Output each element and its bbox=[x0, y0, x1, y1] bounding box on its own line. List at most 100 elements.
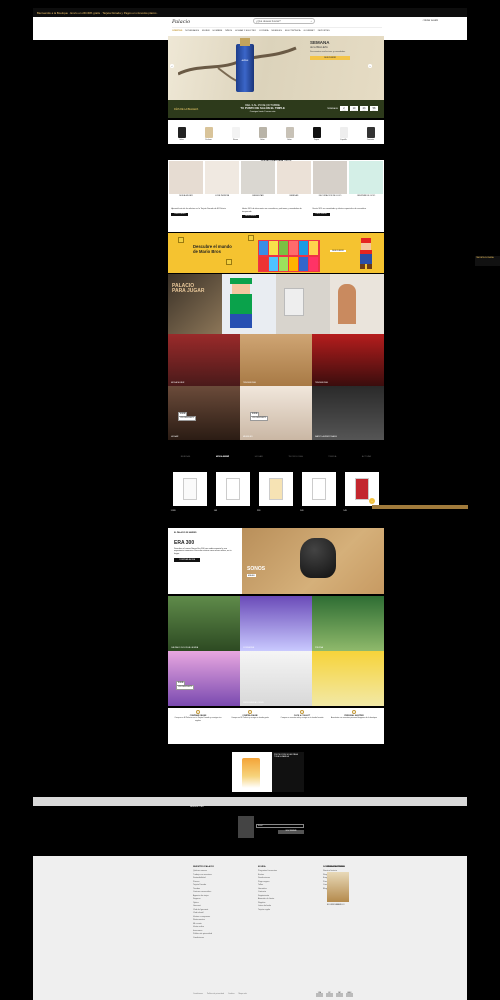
fashion-tile[interactable]: TENDENCIAS bbox=[312, 334, 384, 386]
legal-link[interactable]: Condiciones bbox=[193, 993, 203, 995]
grid-tile[interactable]: PISCINA bbox=[312, 596, 384, 651]
search-icon[interactable]: ⌕ bbox=[311, 20, 312, 23]
carousel-image bbox=[268, 478, 283, 500]
category-item[interactable]: LUXE INFINITA bbox=[205, 161, 239, 199]
service-item[interactable]: COMPRAR ONLINE Compra en El Palacio con t… bbox=[173, 710, 223, 742]
countdown-strip[interactable]: DÍAS DE LA BELLEZA DEL 3 AL 15 DE OCTUBR… bbox=[168, 100, 384, 118]
sonos-button[interactable]: COMPRAR AHORA bbox=[174, 558, 200, 563]
bag-tile[interactable]: NUEVA -20% DESCUENTO HOGAR bbox=[168, 386, 240, 440]
category-item[interactable]: OFERTAS DE OCIO bbox=[349, 161, 383, 199]
nav-item[interactable]: GOURMET bbox=[304, 30, 315, 32]
nav-item[interactable]: MUJER bbox=[202, 30, 210, 32]
nav-item[interactable]: ELECTRÓNICA bbox=[285, 30, 301, 32]
footer-link[interactable]: Condiciones bbox=[193, 937, 233, 941]
grid-tile[interactable]: CALZADO DOLCE ALLEGRIA bbox=[168, 596, 240, 651]
tab-item[interactable]: TIENDA bbox=[328, 456, 336, 458]
legal-link[interactable]: Cookies bbox=[228, 993, 235, 995]
tab-item[interactable]: ACTIVAR bbox=[362, 456, 371, 458]
carousel-price: 149 bbox=[343, 510, 347, 512]
promo-item: Aprovéchate de las ofertas en la Tarjeta… bbox=[171, 208, 239, 230]
service-icon bbox=[196, 710, 200, 714]
nav-item[interactable]: JOYERÍA bbox=[259, 30, 268, 32]
nav-item[interactable]: DEPORTES bbox=[318, 30, 330, 32]
category-item[interactable]: DECORACIÓN DE LUJO bbox=[313, 161, 347, 199]
tab-item[interactable]: TECNOLOGÍA bbox=[288, 456, 302, 458]
bag-tile[interactable]: NUEVA -20% DESCUENTO MUEBLES bbox=[240, 386, 312, 440]
hero-button[interactable]: DESCUBRIR bbox=[310, 56, 350, 60]
bag-tile[interactable]: SAINT LAURENT BAGS bbox=[312, 386, 384, 440]
device-tile[interactable] bbox=[276, 274, 330, 334]
category-item[interactable]: MODA MUJER bbox=[169, 161, 203, 199]
carousel-item[interactable]: 299 bbox=[257, 472, 293, 512]
palacio-tile[interactable]: PALACIO PARA JUGAR bbox=[168, 274, 222, 334]
category-item[interactable]: BIENESTAR bbox=[241, 161, 275, 199]
chevron-right-icon[interactable]: › bbox=[369, 498, 375, 504]
product-name: Perfume bbox=[205, 139, 212, 141]
grid-tile[interactable]: PERFUMERÍA LOEWE bbox=[240, 651, 312, 706]
play-row: PALACIO PARA JUGAR bbox=[168, 274, 384, 334]
product-item[interactable]: Bolso bbox=[256, 123, 270, 141]
login-link[interactable]: ◦ Iniciar sesión bbox=[422, 19, 438, 22]
publication-cover[interactable] bbox=[327, 872, 349, 902]
service-icon bbox=[248, 710, 252, 714]
tab-item[interactable]: HOGAR bbox=[255, 456, 263, 458]
side-banner[interactable] bbox=[372, 505, 468, 509]
product-name: Gafas bbox=[179, 139, 184, 141]
carousel-image bbox=[182, 478, 197, 500]
nav-item[interactable]: NOVEDADES bbox=[185, 30, 199, 32]
product-item[interactable]: Gafas bbox=[175, 123, 189, 141]
nav-item[interactable]: HOMBRE bbox=[213, 30, 223, 32]
grid-tile[interactable]: CONVERSE bbox=[240, 596, 312, 651]
category-image bbox=[313, 161, 347, 194]
email-field[interactable]: Email bbox=[256, 824, 304, 828]
service-item[interactable]: PERSONAL SHOPPER Asesórate con nuestros p… bbox=[329, 710, 379, 742]
service-item[interactable]: COMPRA ONLINE Compra en El Palacio y reco… bbox=[225, 710, 275, 742]
nav-item[interactable]: OFERTAS bbox=[172, 30, 182, 32]
promo-button[interactable]: DESCUBRIR bbox=[171, 212, 189, 216]
subscribe-button[interactable]: SUSCRIBIRME bbox=[278, 830, 304, 834]
games-collage[interactable] bbox=[258, 240, 320, 272]
promo-button[interactable]: DESCUBRIR bbox=[312, 212, 330, 216]
carousel-item[interactable]: 1.999 bbox=[171, 472, 207, 512]
kids-tile[interactable] bbox=[330, 274, 384, 334]
product-item[interactable]: Bolso bbox=[283, 123, 297, 141]
speaker-banner[interactable]: SONOS ERA 300 bbox=[242, 528, 384, 594]
bag-caption: SAINT LAURENT BAGS bbox=[315, 436, 337, 438]
product-item[interactable]: Sérum bbox=[229, 123, 243, 141]
fashion-tile[interactable]: MODA MUJER bbox=[168, 334, 240, 386]
service-item[interactable]: CLICK & COLLECT Compra en nuestra web y r… bbox=[277, 710, 327, 742]
payment-icons: VISA MC PAY AMEX bbox=[316, 993, 353, 997]
promo-tag: -20% DESCUENTO bbox=[178, 416, 197, 422]
product-item[interactable]: Zapato bbox=[310, 123, 324, 141]
legal-link[interactable]: Política de privacidad bbox=[207, 993, 224, 995]
product-item[interactable]: Perfume bbox=[202, 123, 216, 141]
legal-link[interactable]: Mapa web bbox=[238, 993, 246, 995]
promo-button[interactable]: DESCUBRIR bbox=[241, 215, 260, 219]
category-item[interactable]: BEBIDAS bbox=[277, 161, 311, 199]
sun-banner[interactable]: PROTECCIÓN SOLAR PARA TODA LA FAMILIA bbox=[232, 752, 304, 792]
grid-tile[interactable]: NUEVA -20% DESCUENTO bbox=[168, 651, 240, 706]
hero-prev-icon[interactable]: ‹ bbox=[170, 64, 174, 68]
nav-item[interactable]: NIÑOS bbox=[225, 30, 232, 32]
tab-item[interactable]: MODA BEBÉ bbox=[216, 456, 229, 458]
search-box[interactable]: ¿Qué deseas buscar? ⌕ bbox=[253, 18, 315, 24]
nav-item[interactable]: HOGAR Y ELECTRO bbox=[235, 30, 256, 32]
newsletter-title: NEWSLETTER bbox=[190, 806, 204, 808]
bag-caption: HOGAR bbox=[171, 436, 179, 438]
mario-button[interactable]: DESCUBRIR bbox=[330, 250, 346, 252]
carousel-item[interactable]: 149 bbox=[300, 472, 337, 512]
tab-item[interactable]: BEBIDAS bbox=[181, 456, 190, 458]
side-tab[interactable]: TARJETA DORADA bbox=[475, 256, 500, 266]
grid-tile[interactable] bbox=[312, 651, 384, 706]
search-input[interactable]: ¿Qué deseas buscar? bbox=[256, 20, 281, 23]
product-item[interactable]: Camiseta bbox=[364, 123, 378, 141]
category-label: OFERTAS DE OCIO bbox=[356, 195, 376, 197]
fashion-tile[interactable]: TENDENCIAS bbox=[240, 334, 312, 386]
site-logo[interactable]: Palacio bbox=[172, 19, 190, 25]
footer-link[interactable]: Tarjeta regalo bbox=[258, 909, 298, 913]
product-item[interactable]: Zapatilla bbox=[337, 123, 351, 141]
nav-item[interactable]: MUEBLES bbox=[271, 30, 281, 32]
hero-next-icon[interactable]: › bbox=[368, 64, 372, 68]
lego-tile[interactable] bbox=[222, 274, 276, 334]
carousel-item[interactable]: 149 bbox=[214, 472, 250, 512]
